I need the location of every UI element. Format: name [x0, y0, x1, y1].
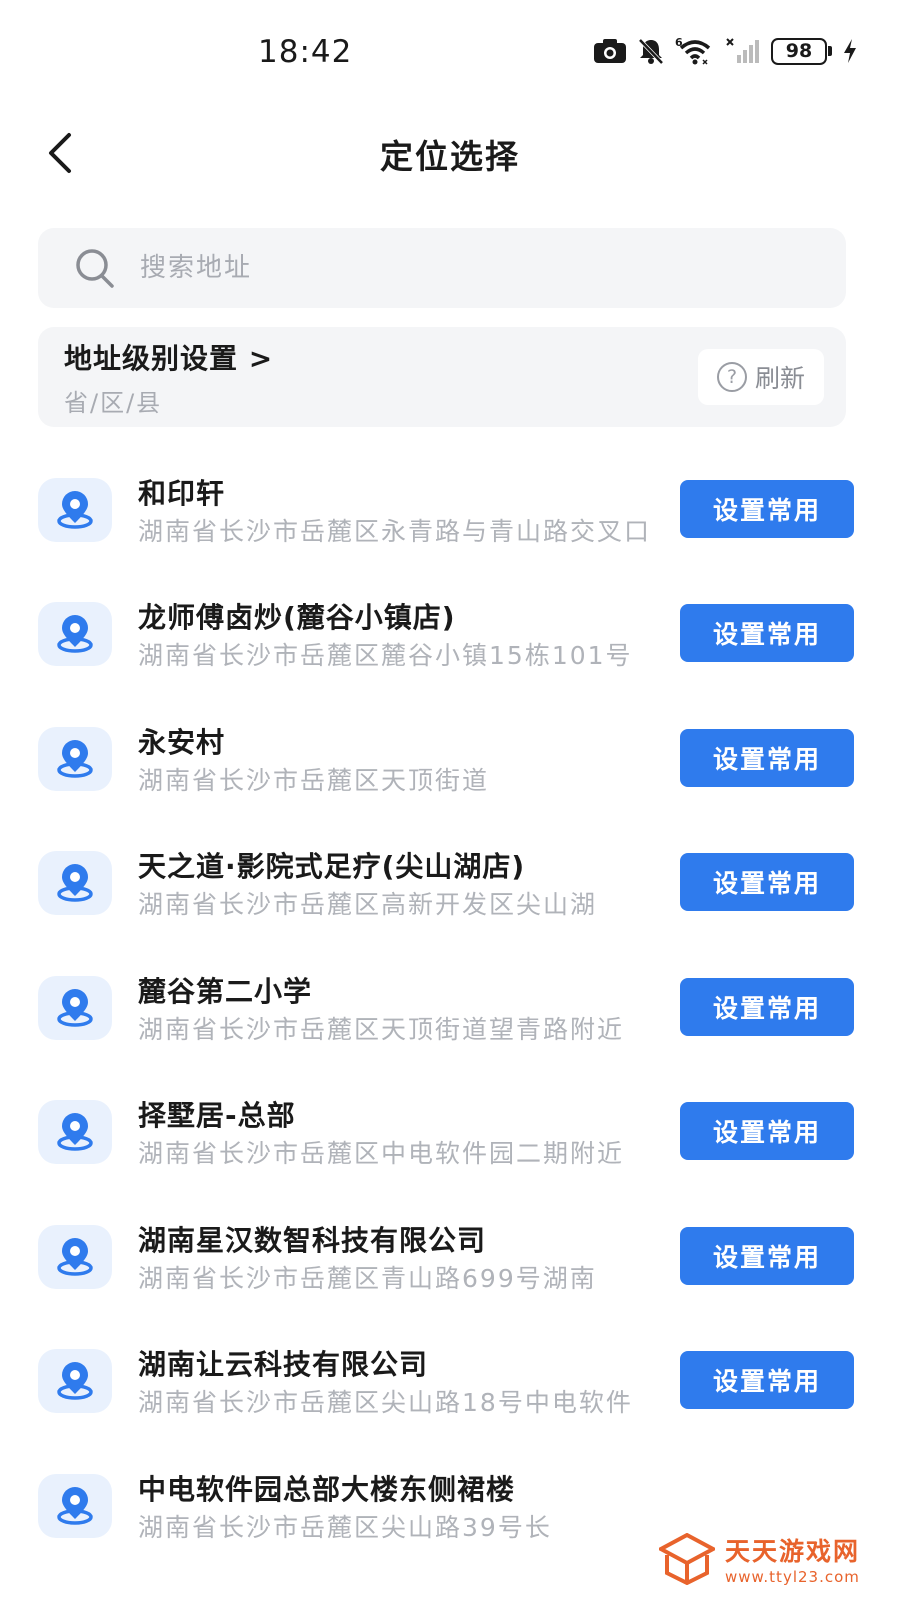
location-pin-icon [38, 851, 112, 915]
location-pin-icon [38, 1349, 112, 1413]
set-frequent-button[interactable]: 设置常用 [680, 978, 854, 1036]
set-frequent-button[interactable]: 设置常用 [680, 1351, 854, 1409]
set-frequent-button[interactable]: 设置常用 [680, 853, 854, 911]
nav-bar: 定位选择 [0, 118, 900, 188]
poi-address: 湖南省长沙市岳麓区麓谷小镇15栋101号 [138, 641, 633, 670]
battery-level: 98 [771, 37, 827, 65]
list-item[interactable]: 麓谷第二小学 湖南省长沙市岳麓区天顶街道望青路附近 设置常用 [0, 946, 900, 1070]
status-icons: 6 98 [593, 36, 858, 66]
poi-address: 湖南省长沙市岳麓区天顶街道望青路附近 [138, 1015, 625, 1044]
poi-address: 湖南省长沙市岳麓区高新开发区尖山湖 [138, 890, 598, 919]
set-frequent-button[interactable]: 设置常用 [680, 480, 854, 538]
watermark-text: 天天游戏网 www.ttyl23.com [725, 1532, 860, 1586]
page-title: 定位选择 [380, 137, 520, 176]
camera-icon [593, 38, 627, 64]
chevron-right-icon: > [248, 342, 274, 375]
poi-address: 湖南省长沙市岳麓区中电软件园二期附近 [138, 1139, 625, 1168]
set-frequent-button[interactable]: 设置常用 [680, 1227, 854, 1285]
location-pin-icon [38, 1474, 112, 1538]
help-circle-icon: ? [716, 362, 747, 392]
poi-address: 湖南省长沙市岳麓区尖山路39号长 [138, 1513, 552, 1542]
poi-name: 湖南让云科技有限公司 [138, 1348, 429, 1381]
watermark-url: www.ttyl23.com [724, 1568, 860, 1586]
address-level-setting-link[interactable]: 地址级别设置 > [64, 337, 273, 377]
poi-name: 永安村 [138, 726, 226, 759]
list-item[interactable]: 湖南让云科技有限公司 湖南省长沙市岳麓区尖山路18号中电软件 设置常用 [0, 1319, 900, 1443]
location-pin-icon [38, 602, 112, 666]
list-item[interactable]: 和印轩 湖南省长沙市岳麓区永青路与青山路交叉口 设置常用 [0, 448, 900, 572]
bell-muted-icon [637, 37, 665, 65]
search-box[interactable] [38, 228, 846, 308]
poi-name: 中电软件园总部大楼东侧裙楼 [138, 1473, 516, 1506]
poi-name: 天之道·影院式足疗(尖山湖店) [138, 850, 526, 883]
poi-address: 湖南省长沙市岳麓区青山路699号湖南 [138, 1264, 597, 1293]
watermark-title: 天天游戏网 [724, 1537, 860, 1566]
battery-cap [828, 46, 832, 56]
list-item[interactable]: 永安村 湖南省长沙市岳麓区天顶街道 设置常用 [0, 697, 900, 821]
watermark-logo-icon [658, 1533, 715, 1585]
poi-name: 龙师傅卤炒(麓谷小镇店) [138, 601, 456, 634]
address-level-panel: 地址级别设置 > 省/区/县 ? 刷新 [38, 327, 846, 427]
set-frequent-button[interactable]: 设置常用 [680, 1102, 854, 1160]
status-time: 18:42 [258, 34, 353, 70]
address-level-value: 省/区/县 [64, 389, 163, 417]
set-frequent-button[interactable]: 设置常用 [680, 604, 854, 662]
list-item[interactable]: 龙师傅卤炒(麓谷小镇店) 湖南省长沙市岳麓区麓谷小镇15栋101号 设置常用 [0, 572, 900, 696]
poi-name: 择墅居-总部 [138, 1099, 296, 1132]
set-frequent-button[interactable]: 设置常用 [680, 729, 854, 787]
refresh-label: 刷新 [754, 364, 805, 393]
location-pin-icon [38, 478, 112, 542]
poi-address: 湖南省长沙市岳麓区尖山路18号中电软件 [138, 1388, 633, 1417]
wifi-icon: 6 [675, 36, 715, 66]
poi-name: 和印轩 [138, 477, 226, 510]
watermark: 天天游戏网 www.ttyl23.com [658, 1532, 860, 1586]
status-bar: 18:42 6 98 [0, 0, 900, 105]
charging-bolt-icon [842, 38, 858, 64]
cellular-signal-icon [725, 37, 761, 65]
location-pin-icon [38, 1100, 112, 1164]
poi-name: 麓谷第二小学 [138, 975, 313, 1008]
refresh-button[interactable]: ? 刷新 [698, 349, 824, 405]
poi-address: 湖南省长沙市岳麓区永青路与青山路交叉口 [138, 517, 652, 546]
address-level-title: 地址级别设置 [64, 342, 239, 375]
poi-name: 湖南星汉数智科技有限公司 [138, 1224, 487, 1257]
location-pin-icon [38, 976, 112, 1040]
location-pin-icon [38, 1225, 112, 1289]
search-icon [72, 245, 118, 291]
poi-address: 湖南省长沙市岳麓区天顶街道 [138, 766, 490, 795]
battery-indicator: 98 [771, 37, 832, 65]
list-item[interactable]: 择墅居-总部 湖南省长沙市岳麓区中电软件园二期附近 设置常用 [0, 1070, 900, 1194]
list-item[interactable]: 湖南星汉数智科技有限公司 湖南省长沙市岳麓区青山路699号湖南 设置常用 [0, 1195, 900, 1319]
location-pin-icon [38, 727, 112, 791]
list-item[interactable]: 天之道·影院式足疗(尖山湖店) 湖南省长沙市岳麓区高新开发区尖山湖 设置常用 [0, 821, 900, 945]
search-input[interactable] [140, 253, 740, 283]
